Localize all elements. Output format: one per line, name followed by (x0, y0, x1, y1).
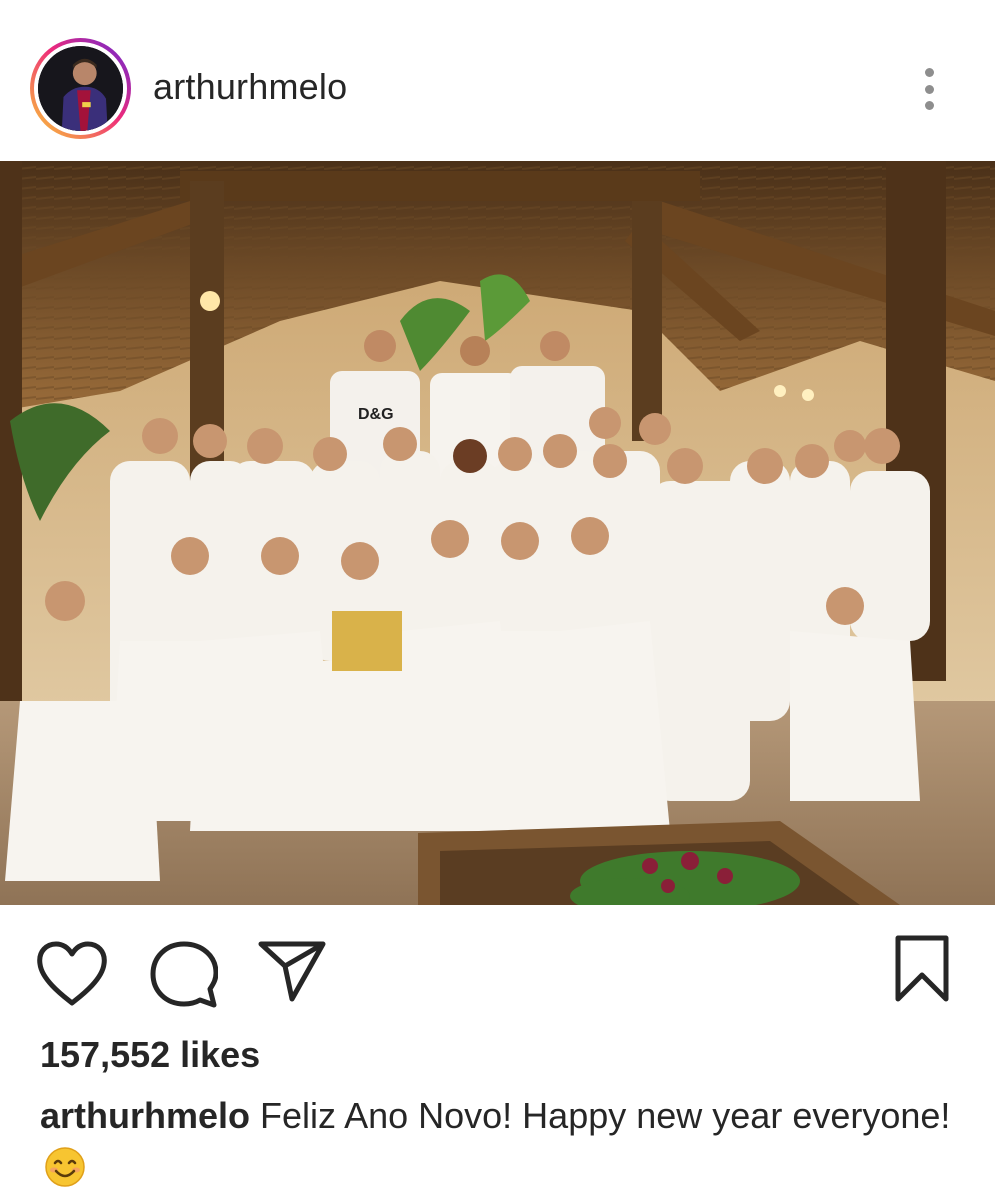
likes-count[interactable]: 157,552 likes (40, 1034, 260, 1076)
avatar[interactable] (38, 46, 123, 131)
paper-plane-icon[interactable] (258, 939, 326, 1003)
bookmark-icon[interactable] (894, 935, 950, 1003)
comment-icon[interactable] (150, 941, 218, 1009)
instagram-post: arthurhmelo D&G 157,552 likes arthurhmel… (0, 0, 995, 1200)
post-username[interactable]: arthurhmelo (153, 66, 347, 108)
caption-text: Feliz Ano Novo! Happy new year everyone! (260, 1095, 951, 1136)
caption-username[interactable]: arthurhmelo (40, 1095, 250, 1136)
post-image[interactable]: D&G (0, 161, 995, 905)
avatar-image (38, 46, 123, 131)
post-caption: arthurhmelo Feliz Ano Novo! Happy new ye… (40, 1090, 960, 1194)
more-dot (924, 101, 934, 110)
heart-icon[interactable] (36, 941, 108, 1007)
more-dot (924, 84, 934, 94)
more-options-icon[interactable] (915, 64, 943, 114)
more-dot (924, 68, 934, 77)
post-photo-illustration: D&G (0, 161, 995, 905)
story-ring[interactable] (30, 38, 131, 139)
smiling-face-emoji-icon (44, 1146, 86, 1188)
post-actions (0, 905, 995, 1030)
svg-text:D&G: D&G (358, 406, 394, 423)
post-header: arthurhmelo (0, 0, 995, 160)
